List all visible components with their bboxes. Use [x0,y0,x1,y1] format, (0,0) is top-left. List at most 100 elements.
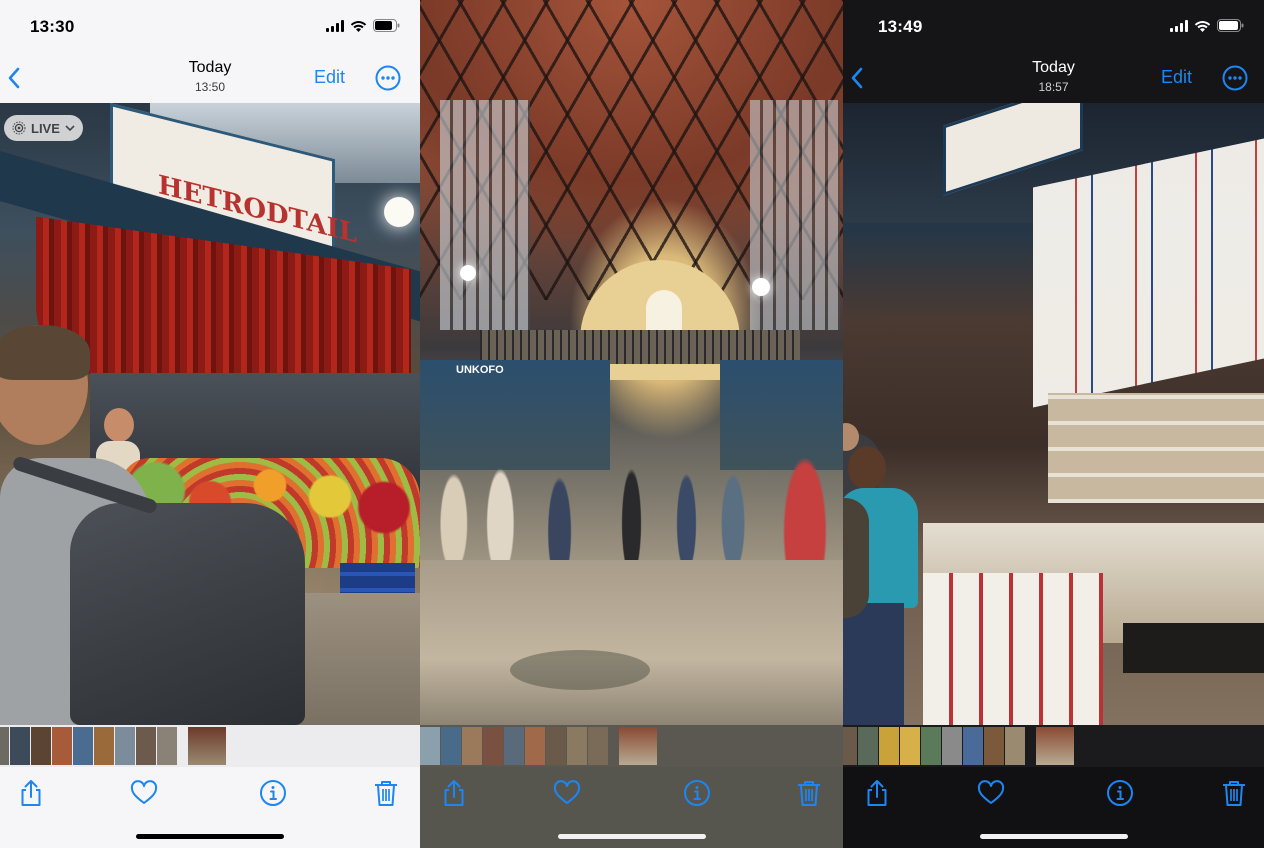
thumbnail[interactable] [525,727,545,765]
backpack [70,503,305,725]
bottom-toolbar [420,767,843,848]
stall-sign-text: UNKOFO [456,364,504,376]
nav-bar: Today 13:50 Edit [0,54,420,103]
woman-backpack [843,498,869,618]
photos-viewer-immersive: UNKOFO [420,0,843,848]
thumbnail[interactable] [504,727,524,765]
thumbnail[interactable] [984,727,1004,765]
thumbnail[interactable] [462,727,482,765]
lower-textiles [923,573,1103,725]
battery-icon [373,19,400,32]
thumbnail[interactable] [921,727,941,765]
wifi-icon [1194,20,1211,32]
thumbnail[interactable] [115,727,135,765]
share-icon[interactable] [16,778,46,808]
photo-market-stalls[interactable]: HETRODTAIL [0,103,420,725]
bottom-toolbar [0,767,420,848]
thumbnail[interactable] [567,727,587,765]
info-icon[interactable] [258,778,288,808]
photos-viewer-light: HETRODTAIL 13:30 Today 13:50 Edit LIVE [0,0,420,848]
home-indicator[interactable] [557,834,706,839]
thumbnail[interactable] [441,727,461,765]
trash-icon[interactable] [794,778,824,808]
home-indicator[interactable] [979,834,1128,839]
thumbnail-strip[interactable] [0,725,420,767]
nav-bar: Today 18:57 Edit [843,54,1264,103]
thumbnail[interactable] [10,727,30,765]
heart-icon[interactable] [552,778,582,808]
thumbnail[interactable] [546,727,566,765]
lamp [752,278,770,296]
jewelry-tray [1123,623,1264,673]
thumbnail[interactable] [483,727,503,765]
photo-textile-stall[interactable] [843,103,1264,725]
woman-jeans [843,603,904,725]
live-photo-icon [12,121,26,135]
souvenir-shelves [1048,393,1264,503]
thumbnail[interactable] [420,727,440,765]
nav-subtitle: 13:50 [194,80,226,94]
hanging-lamp [384,197,414,227]
nav-subtitle: 18:57 [1038,80,1069,94]
share-icon[interactable] [439,778,469,808]
heart-icon[interactable] [976,778,1006,808]
more-options-icon[interactable] [1222,65,1248,91]
info-icon[interactable] [682,778,712,808]
thumbnail[interactable] [942,727,962,765]
thumbnail-strip[interactable] [843,725,1264,767]
thumbnail[interactable] [843,727,857,765]
status-time: 13:30 [30,17,75,36]
thumbnail[interactable] [1005,727,1025,765]
thumbnail[interactable] [879,727,899,765]
thumbnail[interactable] [52,727,72,765]
thumbnail[interactable] [900,727,920,765]
lamp [460,265,476,281]
thumbnail[interactable] [157,727,177,765]
thumbnail-selected[interactable] [188,727,226,765]
edit-button[interactable]: Edit [314,67,345,88]
bottom-toolbar [843,767,1264,848]
status-time: 13:49 [878,17,923,36]
thumbnail[interactable] [94,727,114,765]
system-icons [326,19,400,32]
man-hair [0,325,90,380]
photo-market-hall[interactable]: UNKOFO [420,0,843,725]
thumbnail[interactable] [588,727,608,765]
system-icons [1170,19,1244,32]
gallery-railing [480,330,800,364]
thumbnail[interactable] [0,727,9,765]
thumbnail[interactable] [858,727,878,765]
left-windows [440,100,530,330]
thumbnail[interactable] [31,727,51,765]
wifi-icon [350,20,367,32]
thumbnail-selected[interactable] [619,727,657,765]
thumbnail-selected[interactable] [1036,727,1074,765]
status-bar: 13:30 [0,0,420,54]
thumbnail[interactable] [73,727,93,765]
cellular-signal-icon [326,19,344,32]
info-icon[interactable] [1105,778,1135,808]
vendor [104,408,134,442]
battery-icon [1217,19,1244,32]
market-floor [290,593,420,725]
edit-button[interactable]: Edit [1161,67,1192,88]
more-options-icon[interactable] [375,65,401,91]
floor-stain [510,650,650,690]
trash-icon[interactable] [1219,778,1249,808]
status-bar: 13:49 [843,0,1264,54]
chevron-down-icon [65,124,75,131]
heart-icon[interactable] [129,778,159,808]
photos-viewer-dark: 13:49 Today 18:57 Edit [843,0,1264,848]
nav-title: Today [188,59,232,76]
home-indicator[interactable] [136,834,284,839]
live-photo-badge[interactable]: LIVE [4,115,83,141]
live-label: LIVE [31,120,60,136]
share-icon[interactable] [862,778,892,808]
woman-hair [848,446,886,490]
cellular-signal-icon [1170,19,1188,32]
thumbnail[interactable] [136,727,156,765]
trash-icon[interactable] [371,778,401,808]
thumbnail[interactable] [963,727,983,765]
thumbnail-strip[interactable] [420,725,843,767]
hall-floor [420,560,843,725]
